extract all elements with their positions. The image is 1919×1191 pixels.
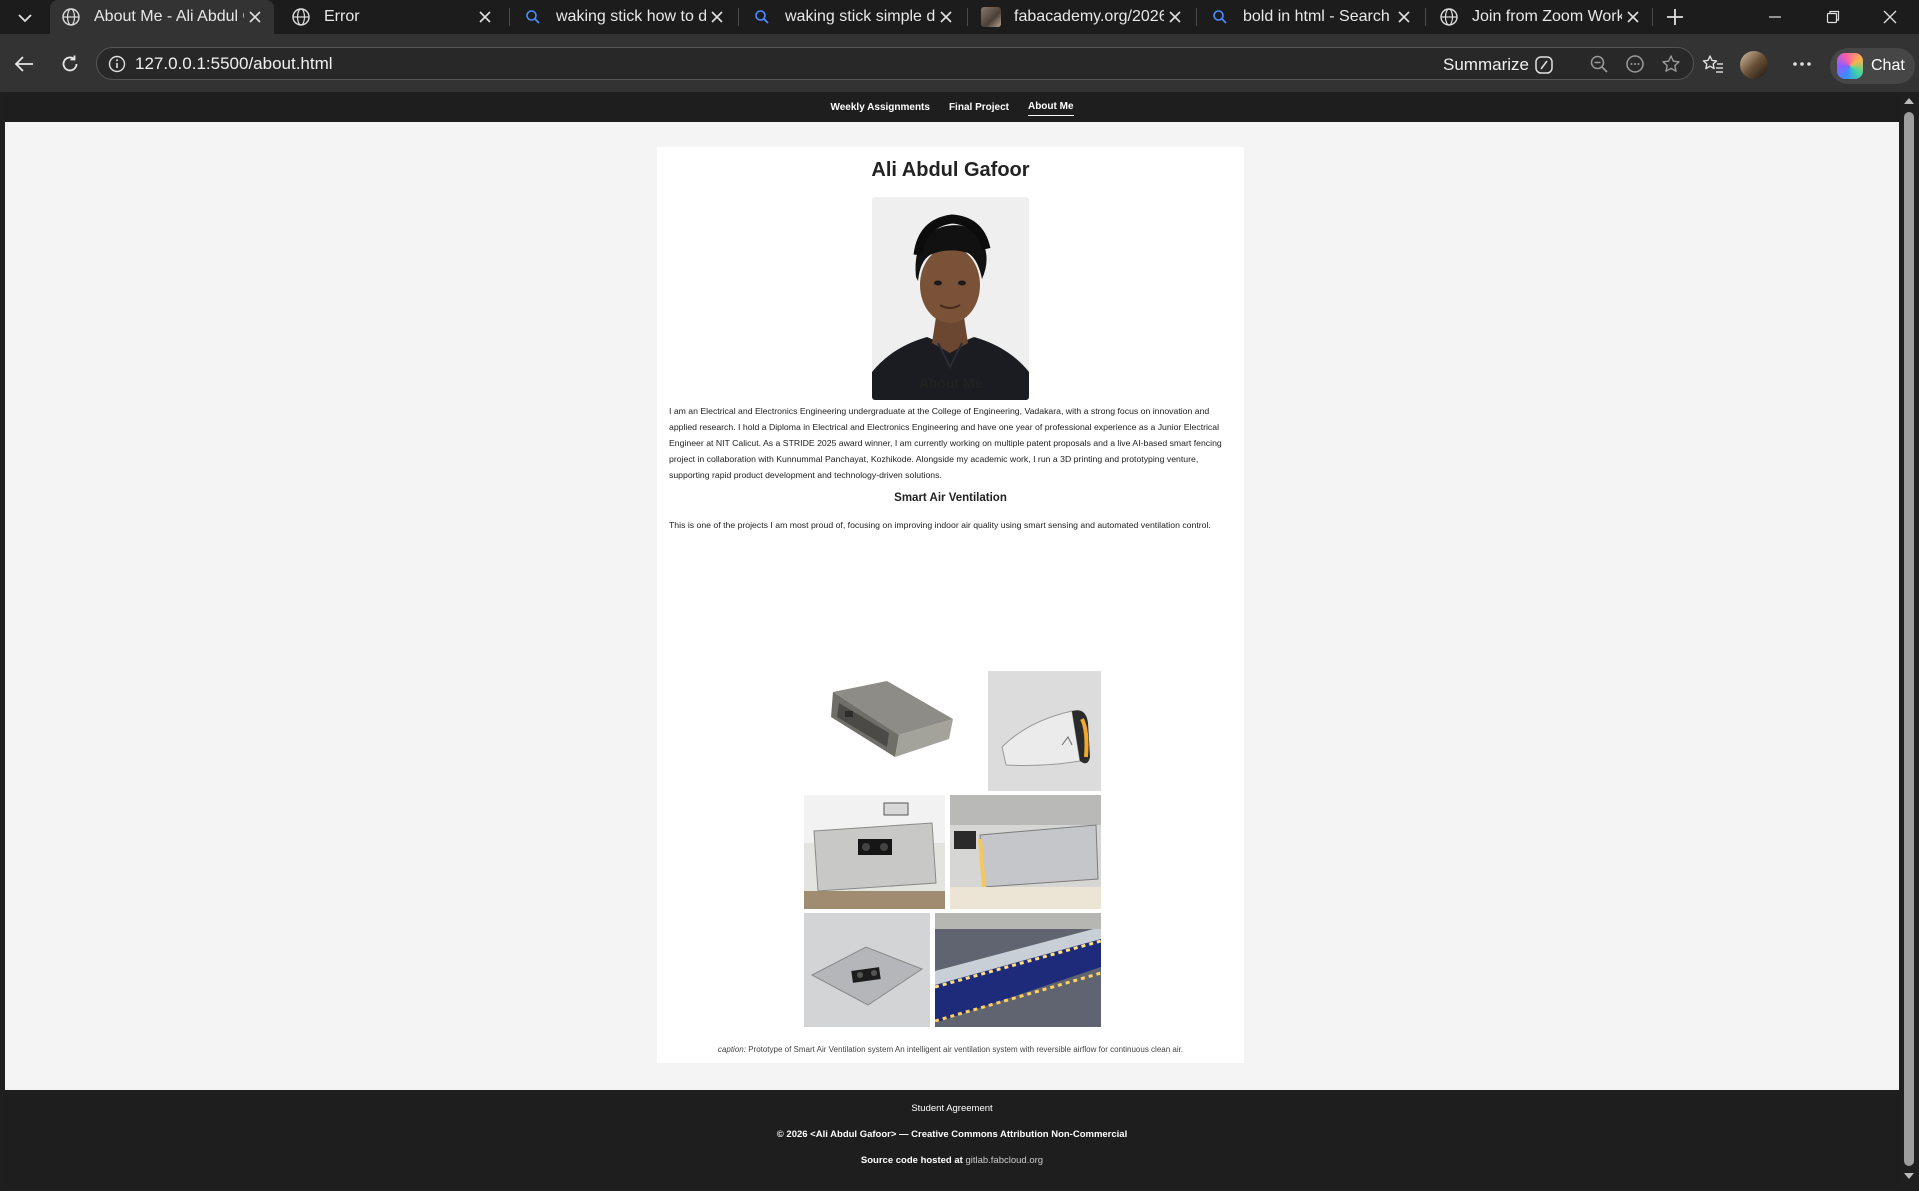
gitlab-link[interactable]: gitlab.fabcloud.org [965,1155,1043,1166]
reload-button[interactable] [54,48,86,80]
tab-close-icon[interactable] [244,6,266,28]
browser-tab-error[interactable]: Error [280,0,504,34]
scrollbar-thumb[interactable] [1904,112,1914,1166]
tab-separator [509,8,510,26]
gallery-caption: caption: Prototype of Smart Air Ventilat… [657,1045,1244,1054]
copyright-text: © 2026 <Ali Abdul Gafoor> — Creative Com… [776,1129,1128,1140]
minimize-icon [1769,16,1781,18]
caption-text: Prototype of Smart Air Ventilation syste… [748,1045,1184,1054]
source-prefix: Source code hosted at [860,1155,963,1166]
page-viewport: Weekly Assignments Final Project About M… [5,92,1899,1187]
tab-title: waking stick simple drawing [785,8,935,25]
tab-title: bold in html - Search [1243,8,1390,25]
summarize-button[interactable]: Summarize [1443,54,1555,76]
summarize-icon [1535,56,1553,74]
tab-separator [967,8,968,26]
tab-list-button[interactable] [8,4,42,32]
copilot-icon [1837,53,1863,79]
scroll-up-icon[interactable] [1904,98,1914,104]
gallery-image-prototype-blue-light [935,913,1101,1027]
image-thumbnail-icon [980,6,1002,28]
page-scrollbar[interactable] [1899,92,1919,1187]
back-button[interactable] [8,48,40,80]
tab-close-icon[interactable] [1164,6,1186,28]
gallery-image-prototype-lit [950,795,1101,909]
copilot-chat-button[interactable]: Chat [1830,48,1915,84]
nav-about-me[interactable]: About Me [1027,98,1074,116]
tab-title: About Me - Ali Abdul Gafoor [94,8,244,25]
star-icon[interactable] [1660,53,1682,75]
tab-close-icon[interactable] [1393,6,1415,28]
url-text[interactable]: 127.0.0.1:5500/about.html [135,54,333,74]
browser-toolbar: 127.0.0.1:5500/about.html Summarize [0,34,1919,92]
tab-separator [738,8,739,26]
tab-title: fabacademy.org/2026/doc [1014,8,1164,25]
zoom-out-icon[interactable] [1588,53,1610,75]
tab-title: Error [324,8,360,25]
site-footer: Student Agreement © 2026 <Ali Abdul Gafo… [5,1090,1899,1187]
browser-tab-search-2[interactable]: waking stick simple drawing [741,0,965,34]
browser-tab-fabacademy[interactable]: fabacademy.org/2026/doc [970,0,1194,34]
gallery-image-wall-unit [988,671,1101,791]
profile-avatar[interactable] [1740,51,1768,79]
tab-close-icon[interactable] [706,6,728,28]
project-heading: Smart Air Ventilation [894,492,1007,504]
restore-button[interactable] [1804,0,1862,34]
tab-separator [1425,8,1426,26]
tab-close-icon[interactable] [474,6,496,28]
search-icon [751,6,773,28]
favorites-button[interactable] [1697,48,1729,80]
browser-tab-search-1[interactable]: waking stick how to draw [512,0,736,34]
summarize-label: Summarize [1443,55,1529,74]
tab-close-icon[interactable] [1622,6,1644,28]
profile-photo [872,197,1029,400]
tab-title: Join from Zoom Workplace [1472,8,1622,25]
about-heading: About Me [918,375,983,391]
content-card: Ali Abdul Gafoor About Me I am an Electr… [657,147,1244,1063]
read-aloud-icon[interactable] [1624,53,1646,75]
tab-separator [1652,8,1653,26]
page-title: Ali Abdul Gafoor [871,159,1030,181]
browser-tab-about-me[interactable]: About Me - Ali Abdul Gafoor [50,0,274,34]
more-menu-button[interactable] [1786,48,1818,80]
browser-tab-zoom[interactable]: Join from Zoom Workplace [1428,0,1652,34]
caption-label: caption: [717,1045,746,1054]
nav-final-project[interactable]: Final Project [949,99,1009,116]
globe-icon [290,6,312,28]
arrow-left-icon [14,56,33,72]
favorites-icon [1702,55,1723,73]
about-paragraph: I am an Electrical and Electronics Engin… [669,406,1222,480]
close-window-button[interactable] [1861,0,1919,34]
tab-close-icon[interactable] [935,6,957,28]
globe-icon [60,6,82,28]
scroll-down-icon[interactable] [1904,1173,1914,1179]
gallery-image-prototype-interior [804,913,930,1027]
source-code-line: Source code hosted at gitlab.fabcloud.or… [5,1155,1899,1166]
info-icon[interactable] [107,54,127,74]
plus-icon [1667,9,1683,25]
globe-icon [1438,6,1460,28]
gallery-image-render-enclosure [825,667,979,767]
more-icon [1793,62,1811,66]
tab-separator [1196,8,1197,26]
browser-tab-strip: About Me - Ali Abdul Gafoor Error waking… [0,0,1919,34]
new-tab-button[interactable] [1661,4,1689,30]
nav-weekly-assignments[interactable]: Weekly Assignments [830,99,929,116]
reload-icon [62,55,78,72]
chevron-down-icon [18,14,32,23]
restore-icon [1826,10,1840,24]
minimize-button[interactable] [1746,0,1804,34]
search-icon [522,6,544,28]
project-paragraph: This is one of the projects I am most pr… [669,520,1211,530]
address-bar[interactable]: 127.0.0.1:5500/about.html Summarize [96,47,1694,80]
close-icon [1883,10,1897,24]
browser-tab-search-3[interactable]: bold in html - Search [1199,0,1423,34]
tab-title: waking stick how to draw [556,8,706,25]
gallery-image-prototype-open [804,795,945,909]
search-icon [1209,6,1231,28]
chat-label: Chat [1871,57,1905,74]
student-agreement-link[interactable]: Student Agreement [5,1103,1899,1114]
site-nav: Weekly Assignments Final Project About M… [5,92,1899,122]
